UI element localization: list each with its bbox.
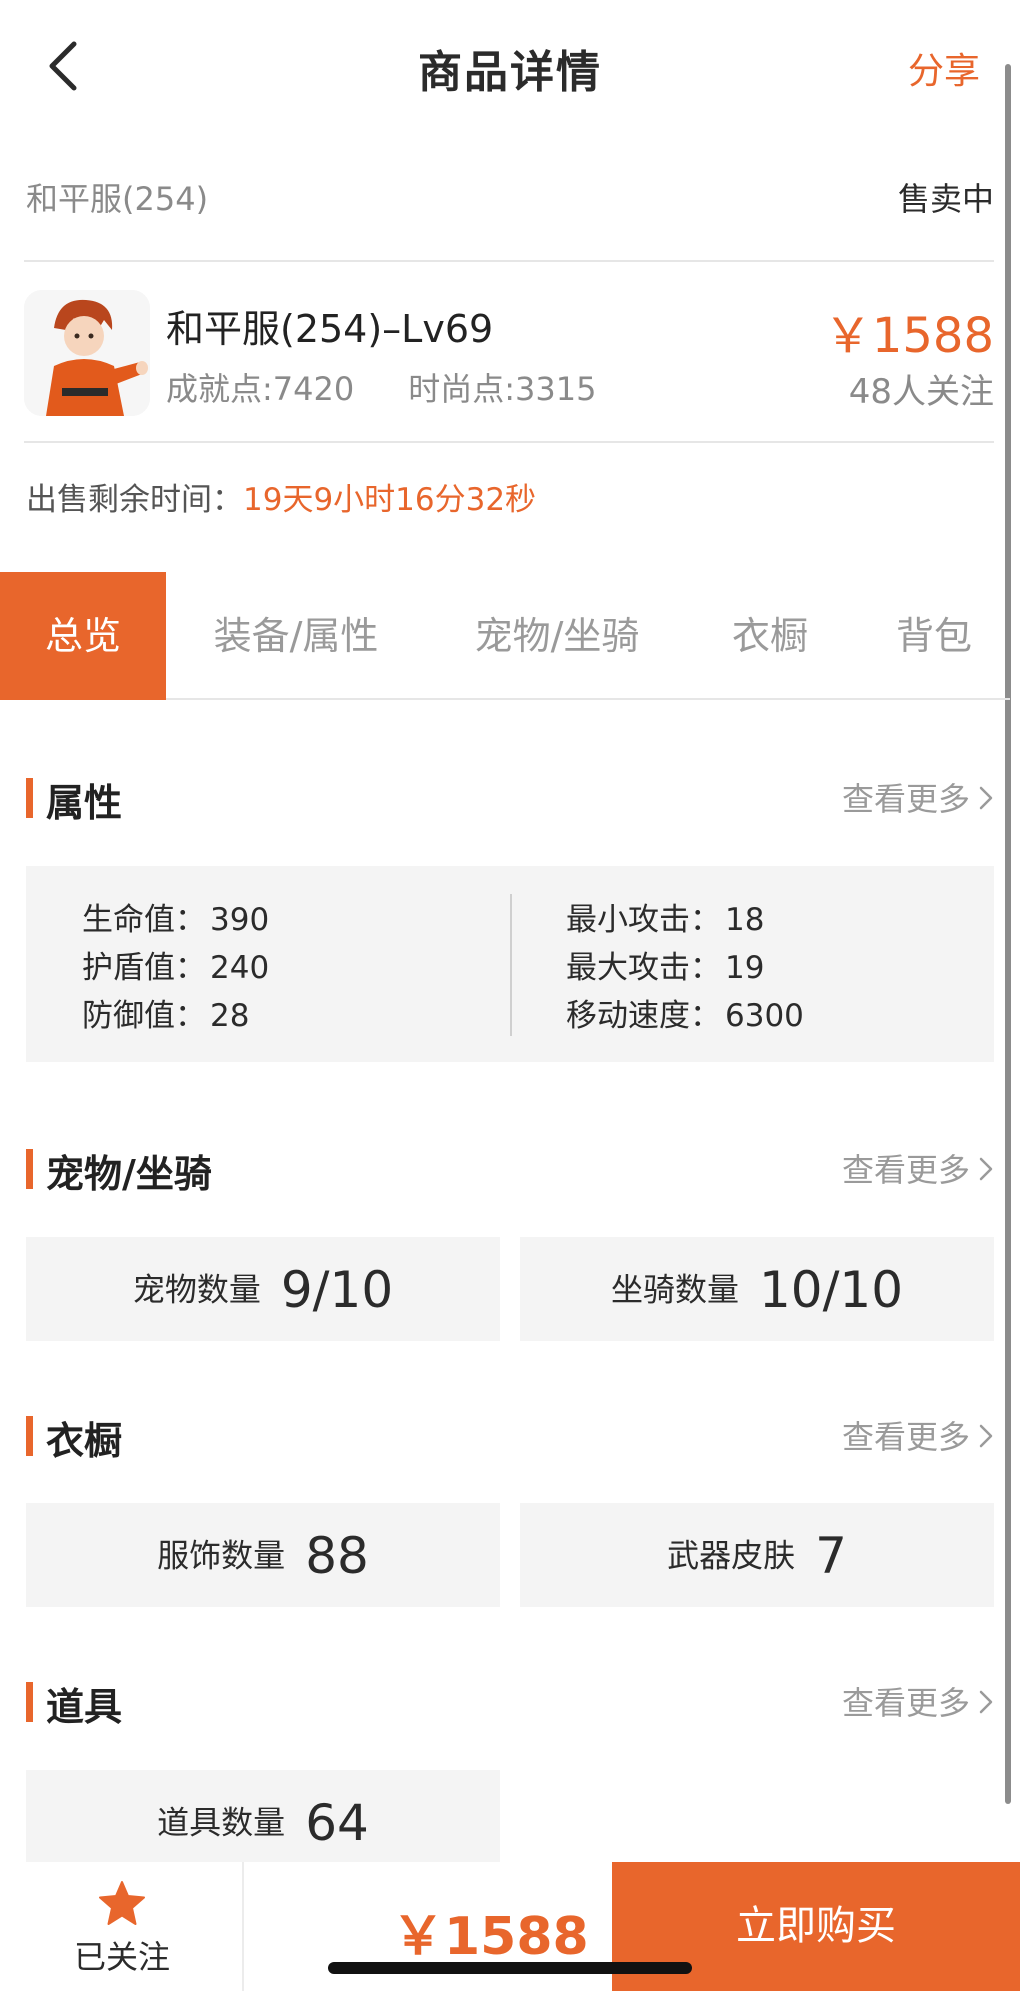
product-price: ￥1588 [823, 308, 994, 364]
share-button[interactable]: 分享 [908, 42, 980, 94]
attribute-label: 护盾值： [82, 950, 206, 986]
attribute-value: 390 [210, 902, 270, 938]
product-title: 和平服(254)–Lv69 [166, 307, 494, 351]
attribute-row: 生命值： 390 [82, 896, 269, 944]
stat-label: 武器皮肤 [667, 1536, 796, 1575]
chevron-right-icon [978, 782, 994, 820]
divider [24, 260, 994, 262]
attribute-value: 18 [725, 902, 765, 938]
achievement-points: 成就点:7420 [166, 370, 355, 408]
remaining-time-label: 出售剩余时间： [26, 482, 243, 518]
follow-label: 已关注 [73, 1938, 170, 1976]
top-nav-bar: 商品详情 分享 [0, 0, 1020, 135]
pets-section-header: 宠物/坐骑 查看更多 [26, 1143, 994, 1196]
remaining-time: 出售剩余时间：19天9小时16分32秒 [26, 474, 536, 519]
follow-button[interactable]: 已关注 [0, 1862, 244, 1991]
fashion-points: 时尚点:3315 [408, 370, 597, 408]
stat-value: 88 [305, 1526, 369, 1585]
stat-value: 10/10 [758, 1260, 904, 1319]
bottom-price: ￥1588 [392, 1907, 589, 1967]
section-accent-bar [26, 1416, 33, 1456]
attribute-label: 防御值： [82, 998, 206, 1034]
attributes-left-column: 生命值： 390 护盾值： 240 防御值： 28 [82, 896, 269, 1040]
stat-label: 服饰数量 [157, 1536, 286, 1575]
tab-pets-mounts[interactable]: 宠物/坐骑 [452, 572, 662, 700]
tab-bar: 总览 装备/属性 宠物/坐骑 衣橱 背包 [0, 572, 1010, 700]
tab-overview[interactable]: 总览 [0, 572, 166, 700]
chevron-right-icon [978, 1420, 994, 1458]
outfit-count-card: 服饰数量 88 [26, 1503, 500, 1607]
wardrobe-section-header: 衣橱 查看更多 [26, 1410, 994, 1463]
attributes-more-link[interactable]: 查看更多 [842, 774, 994, 820]
section-accent-bar [26, 1682, 33, 1722]
more-link-label: 查看更多 [841, 1684, 970, 1722]
product-meta: 成就点:7420 时尚点:3315 [166, 364, 596, 410]
attributes-panel: 生命值： 390 护盾值： 240 防御值： 28 最小攻击： 18 最大攻击： 19 移… [26, 866, 994, 1062]
attribute-value: 240 [210, 950, 270, 986]
item-count-card: 道具数量 64 [26, 1770, 500, 1874]
attribute-label: 最小攻击： [566, 902, 721, 938]
stat-value: 7 [815, 1526, 847, 1585]
star-icon [99, 1881, 145, 1925]
more-link-label: 查看更多 [841, 780, 970, 818]
attribute-label: 移动速度： [566, 998, 721, 1034]
more-link-label: 查看更多 [841, 1151, 970, 1189]
more-link-label: 查看更多 [841, 1418, 970, 1456]
wardrobe-more-link[interactable]: 查看更多 [842, 1412, 994, 1458]
attribute-value: 19 [725, 950, 765, 986]
attribute-row: 护盾值： 240 [82, 944, 269, 992]
server-row: 和平服(254) 售卖中 [26, 170, 994, 220]
section-title: 衣橱 [46, 1419, 123, 1463]
tab-equipment-attributes[interactable]: 装备/属性 [190, 572, 402, 700]
follower-count: 48人关注 [848, 372, 994, 412]
weapon-skin-count-card: 武器皮肤 7 [520, 1503, 994, 1607]
mount-count-card: 坐骑数量 10/10 [520, 1237, 994, 1341]
items-section-header: 道具 查看更多 [26, 1676, 994, 1729]
attribute-row: 最大攻击： 19 [566, 944, 804, 992]
stat-label: 宠物数量 [132, 1270, 261, 1309]
attribute-value: 28 [210, 998, 250, 1034]
home-indicator [328, 1962, 692, 1974]
section-title: 宠物/坐骑 [46, 1152, 212, 1196]
attributes-right-column: 最小攻击： 18 最大攻击： 19 移动速度： 6300 [566, 896, 804, 1040]
pet-count-card: 宠物数量 9/10 [26, 1237, 500, 1341]
attribute-label: 生命值： [82, 902, 206, 938]
stat-label: 道具数量 [157, 1803, 286, 1842]
character-portrait-icon [24, 290, 150, 416]
attribute-row: 防御值： 28 [82, 992, 269, 1040]
page-title: 商品详情 [418, 47, 602, 98]
section-title: 属性 [46, 781, 123, 825]
stat-value: 9/10 [280, 1260, 394, 1319]
attribute-value: 6300 [725, 998, 804, 1034]
remaining-time-value: 19天9小时16分32秒 [243, 482, 537, 518]
stat-value: 64 [305, 1793, 369, 1852]
divider [242, 1862, 244, 1991]
attribute-label: 最大攻击： [566, 950, 721, 986]
server-name: 和平服(254) [26, 180, 209, 218]
section-accent-bar [26, 1149, 33, 1189]
section-title: 道具 [46, 1685, 123, 1729]
attribute-row: 最小攻击： 18 [566, 896, 804, 944]
chevron-right-icon [978, 1686, 994, 1724]
scrollbar[interactable] [1005, 64, 1011, 1804]
column-divider [510, 894, 512, 1036]
attributes-section-header: 属性 查看更多 [26, 772, 994, 825]
attribute-row: 移动速度： 6300 [566, 992, 804, 1040]
stat-label: 坐骑数量 [610, 1270, 739, 1309]
tab-wardrobe[interactable]: 衣橱 [714, 572, 826, 700]
tab-backpack[interactable]: 背包 [878, 572, 990, 700]
pets-more-link[interactable]: 查看更多 [842, 1145, 994, 1191]
section-accent-bar [26, 778, 33, 818]
chevron-right-icon [978, 1153, 994, 1191]
divider [24, 441, 994, 443]
character-avatar [24, 290, 150, 416]
items-more-link[interactable]: 查看更多 [842, 1678, 994, 1724]
sale-status: 售卖中 [897, 180, 994, 218]
